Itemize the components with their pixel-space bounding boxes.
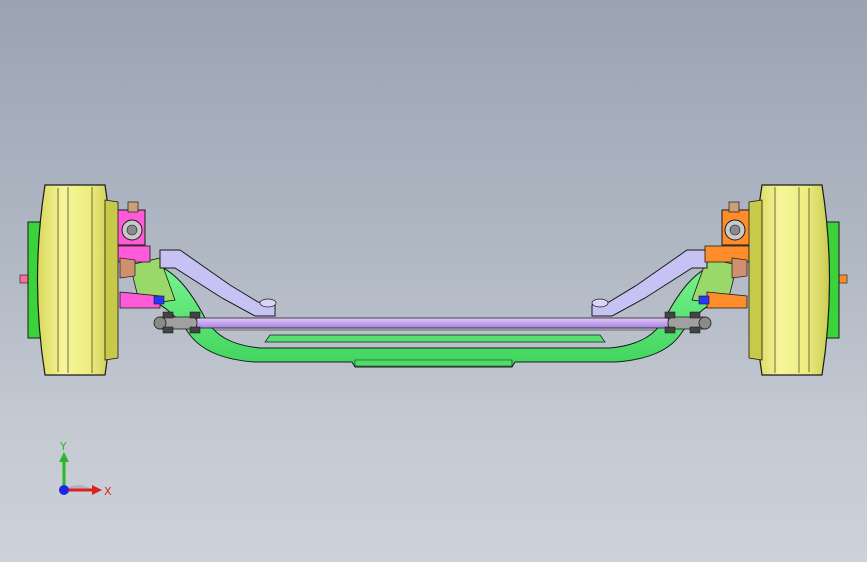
cad-viewport[interactable]: Y X (0, 0, 867, 562)
coordinate-triad: Y X (59, 440, 112, 498)
y-axis-label: Y (59, 440, 67, 453)
right-wheel[interactable] (748, 184, 848, 376)
left-wheel-stud (19, 274, 29, 284)
axle-assembly-model[interactable] (0, 0, 867, 562)
right-wheel-stud (838, 274, 848, 284)
left-wheel[interactable] (19, 184, 119, 376)
x-axis-label: X (104, 485, 112, 498)
front-axle-beam[interactable] (129, 257, 738, 368)
x-axis-head (92, 485, 102, 495)
z-axis-dot (59, 485, 69, 495)
y-axis-head (59, 452, 69, 462)
